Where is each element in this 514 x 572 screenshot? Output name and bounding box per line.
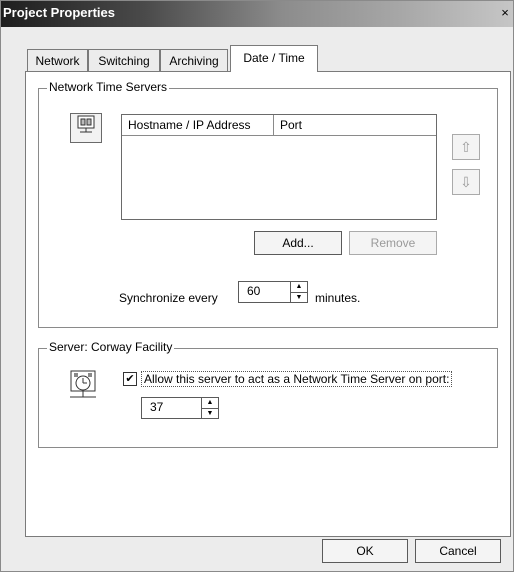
spinner-arrows[interactable]: ▲ ▼: [290, 282, 307, 302]
sync-suffix-label: minutes.: [315, 291, 361, 305]
title-bar[interactable]: Project Properties ×: [1, 1, 513, 27]
network-time-servers-legend: Network Time Servers: [47, 80, 170, 94]
checkmark-icon: ✔: [125, 373, 135, 385]
spin-up-icon[interactable]: ▲: [291, 282, 307, 293]
close-icon[interactable]: ×: [497, 4, 513, 22]
arrow-up-icon: ⇧: [460, 139, 472, 155]
port-value[interactable]: 37: [150, 400, 163, 414]
date-time-panel: Network Time Servers Hostname / IP Addre…: [25, 71, 511, 537]
ok-button[interactable]: OK: [322, 539, 408, 563]
project-properties-dialog: Project Properties × Network Switching A…: [0, 0, 514, 572]
sync-prefix-label: Synchronize every: [119, 291, 218, 305]
sync-interval-value[interactable]: 60: [247, 284, 260, 298]
spinner-arrows[interactable]: ▲ ▼: [201, 398, 218, 418]
hostname-column-header[interactable]: Hostname / IP Address: [122, 115, 274, 135]
network-server-icon: [70, 113, 102, 143]
clock-server-icon: [68, 367, 98, 401]
list-header: Hostname / IP Address Port: [122, 115, 436, 136]
port-spinner[interactable]: 37 ▲ ▼: [141, 397, 219, 419]
sync-interval-spinner[interactable]: 60 ▲ ▼: [238, 281, 308, 303]
tab-switching[interactable]: Switching: [88, 49, 160, 71]
move-up-button[interactable]: ⇧: [452, 134, 480, 160]
tab-archiving[interactable]: Archiving: [160, 49, 228, 71]
allow-time-server-label[interactable]: Allow this server to act as a Network Ti…: [141, 371, 453, 387]
server-legend: Server: Corway Facility: [47, 340, 175, 354]
tab-network[interactable]: Network: [27, 49, 88, 71]
remove-button[interactable]: Remove: [349, 231, 437, 255]
move-down-button[interactable]: ⇩: [452, 169, 480, 195]
arrow-down-icon: ⇩: [460, 174, 472, 190]
add-button[interactable]: Add...: [254, 231, 342, 255]
network-time-servers-group: Network Time Servers Hostname / IP Addre…: [38, 80, 498, 328]
window-title: Project Properties: [3, 5, 115, 20]
server-group: Server: Corway Facility ✔ Allow this ser…: [38, 340, 498, 448]
spin-down-icon[interactable]: ▼: [202, 409, 218, 419]
allow-time-server-checkbox[interactable]: ✔: [123, 372, 137, 386]
port-column-header[interactable]: Port: [274, 115, 436, 135]
tab-date-time[interactable]: Date / Time: [230, 45, 318, 72]
cancel-button[interactable]: Cancel: [415, 539, 501, 563]
time-server-list[interactable]: Hostname / IP Address Port: [121, 114, 437, 220]
spin-up-icon[interactable]: ▲: [202, 398, 218, 409]
spin-down-icon[interactable]: ▼: [291, 293, 307, 303]
